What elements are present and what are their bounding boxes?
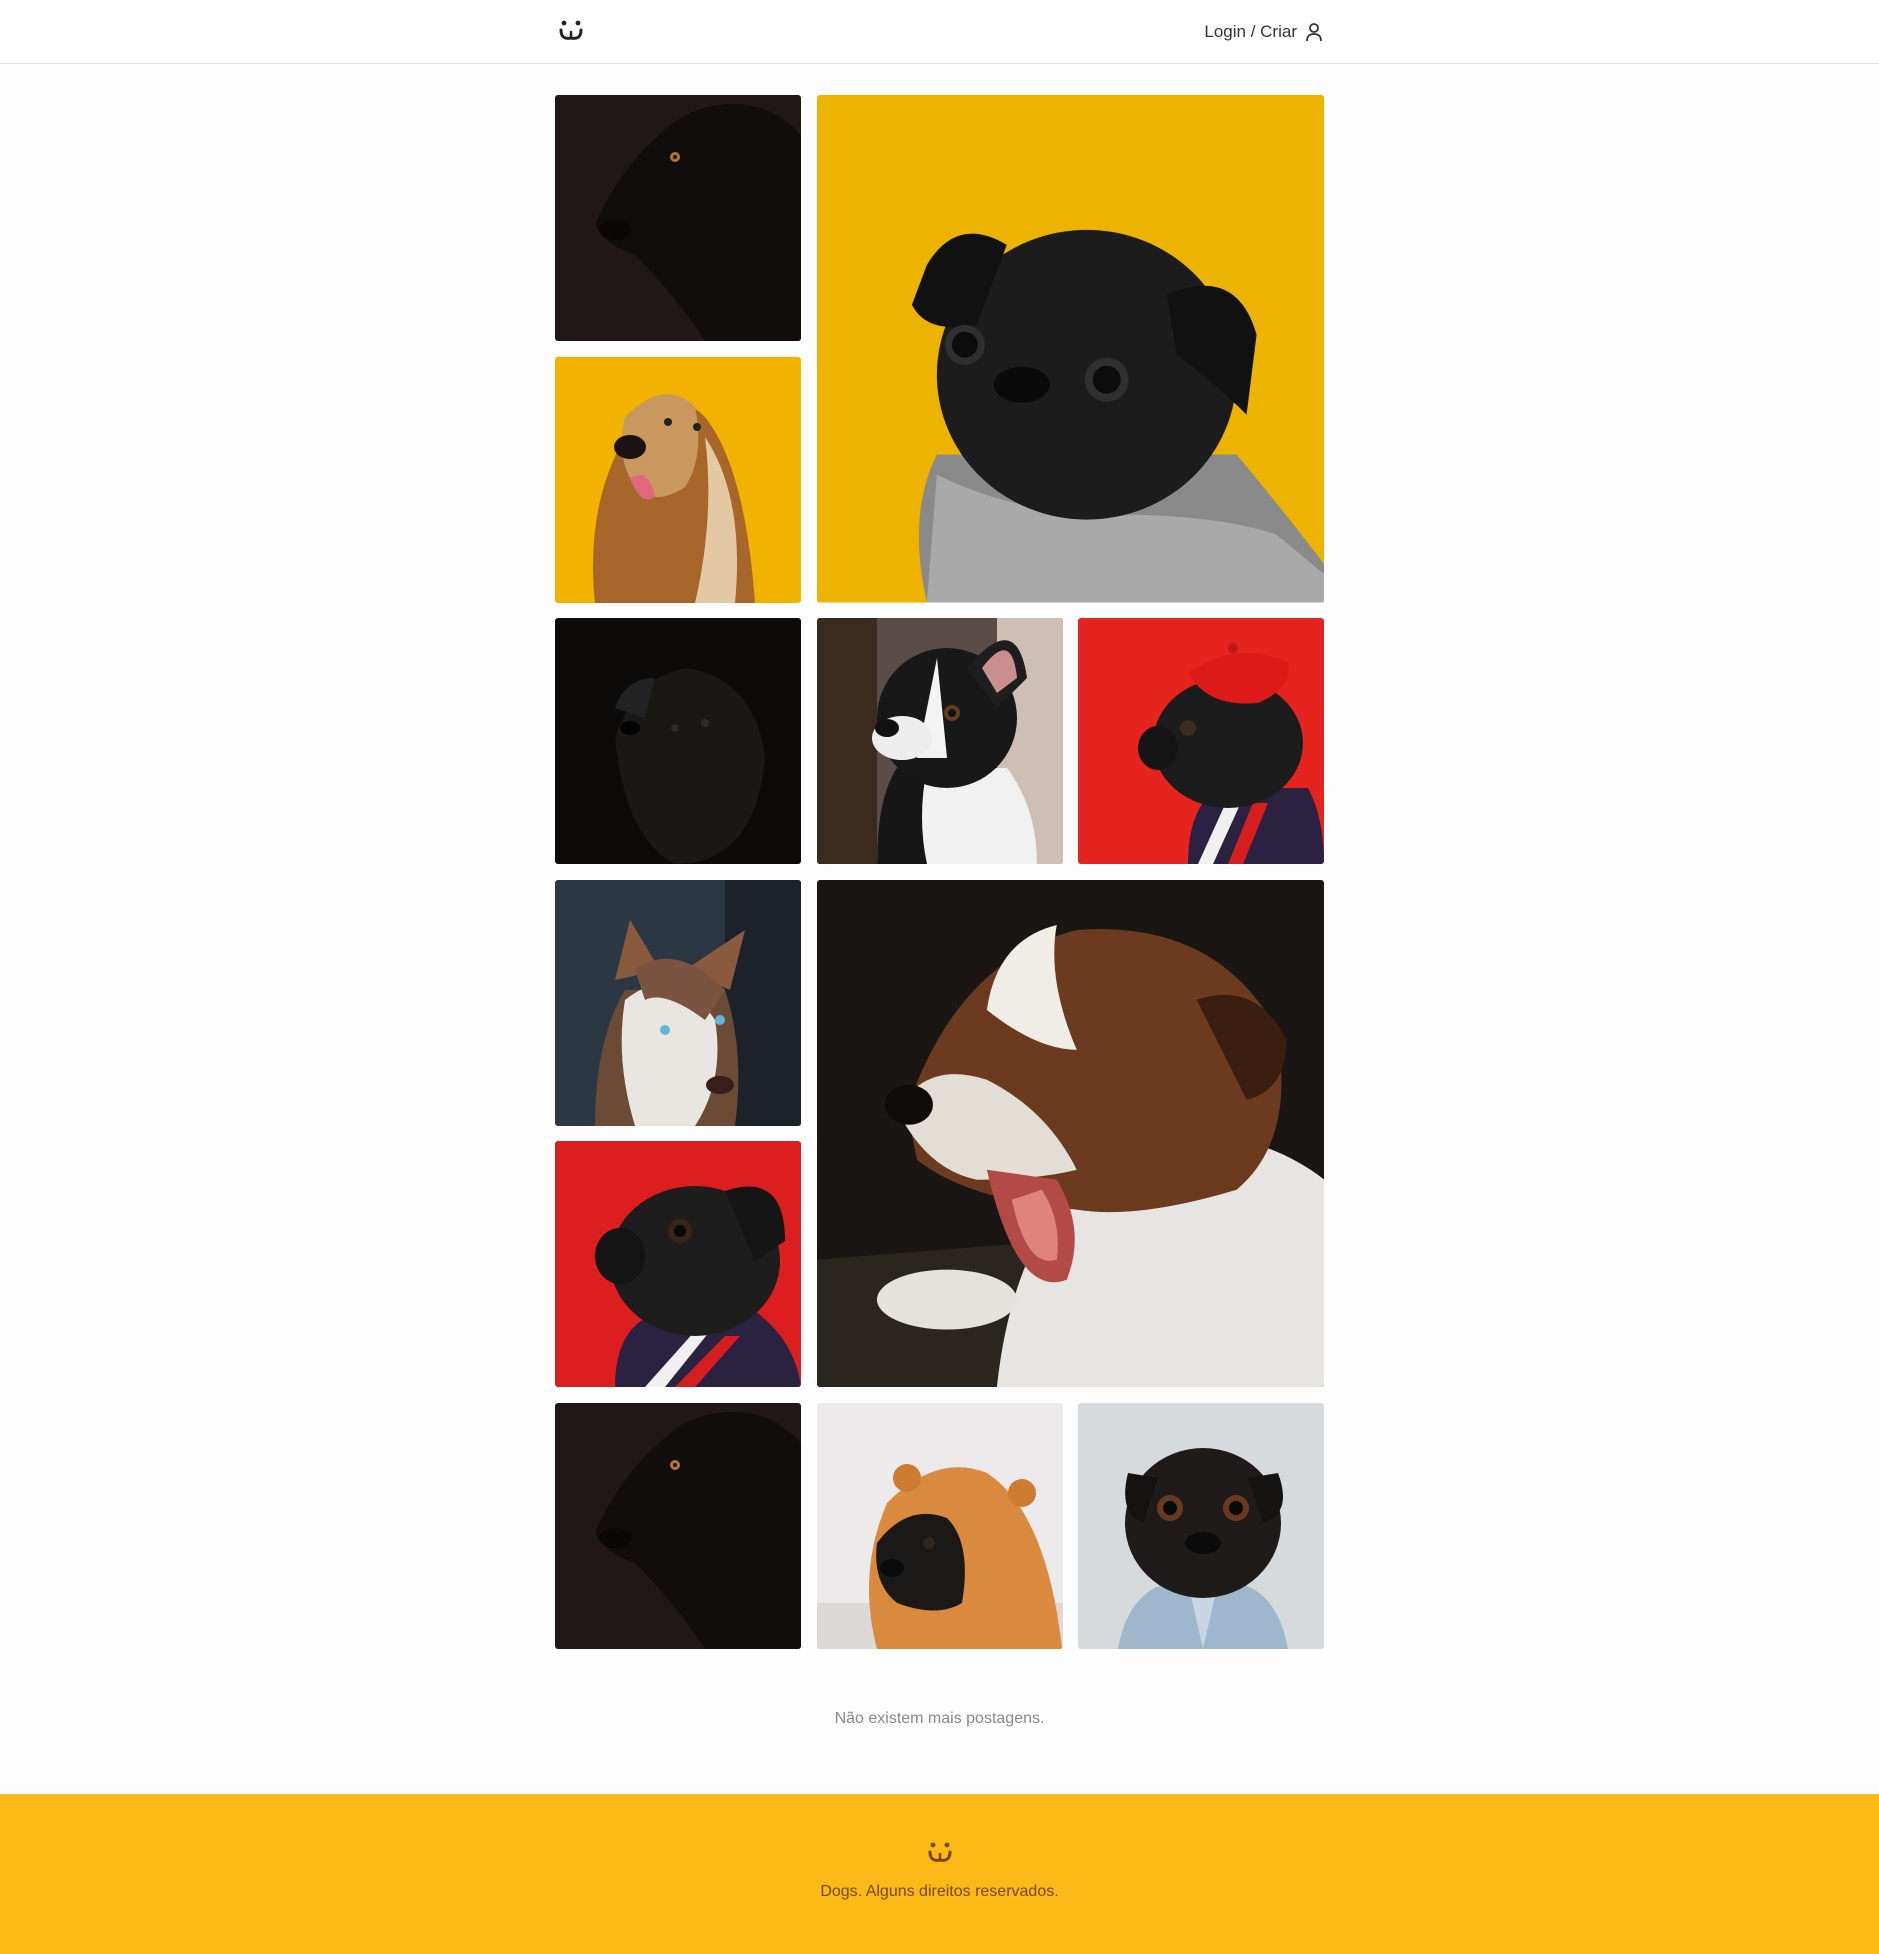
dog-face-logo-icon[interactable] xyxy=(555,14,587,46)
photo-feed xyxy=(555,95,1324,1649)
feed-photo[interactable] xyxy=(1078,1402,1324,1649)
feed-photo[interactable] xyxy=(816,618,1063,864)
feed-photo[interactable] xyxy=(555,95,801,341)
feed-photo[interactable] xyxy=(555,1402,801,1649)
site-footer: Dogs. Alguns direitos reservados. xyxy=(0,1794,1879,1954)
header-container: Login / Criar xyxy=(555,0,1323,64)
feed-photo[interactable] xyxy=(555,1141,801,1387)
feed-photo[interactable] xyxy=(816,879,1324,1387)
copyright-text: Dogs. Alguns direitos reservados. xyxy=(820,1883,1059,1900)
feed-photo[interactable] xyxy=(816,1402,1063,1649)
login-label: Login / Criar xyxy=(1204,22,1297,41)
end-of-feed-message: Não existem mais postagens. xyxy=(834,1710,1045,1727)
dog-face-logo-icon xyxy=(928,1842,952,1862)
site-header: Login / Criar xyxy=(0,0,1879,64)
feed-photo[interactable] xyxy=(816,95,1324,603)
feed-photo[interactable] xyxy=(1078,618,1324,864)
login-link[interactable]: Login / Criar xyxy=(1204,20,1323,44)
feed-photo[interactable] xyxy=(555,618,801,864)
feed-photo[interactable] xyxy=(555,879,801,1126)
feed-photo[interactable] xyxy=(555,356,801,603)
user-icon xyxy=(1306,23,1322,42)
